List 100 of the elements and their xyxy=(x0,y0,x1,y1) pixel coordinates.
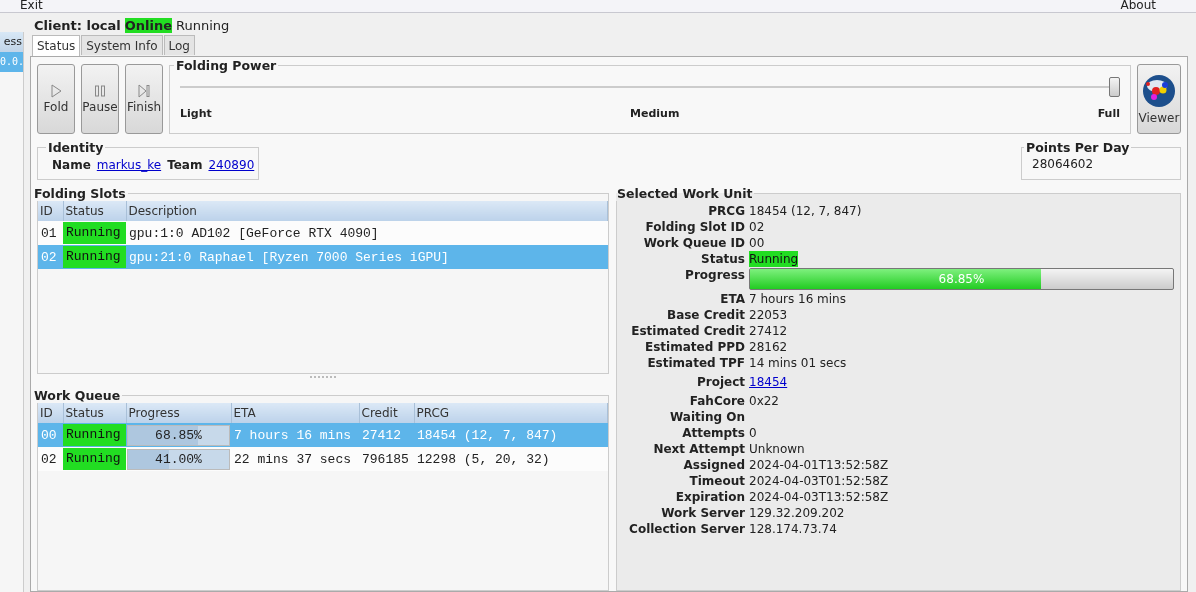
table-row[interactable]: 01 Running gpu:1:0 AD102 [GeForce RTX 4090] xyxy=(38,221,608,245)
field-value: 00 xyxy=(749,235,766,251)
client-title: Client: local xyxy=(34,17,121,33)
table-cell: 00 xyxy=(38,423,63,447)
control-button[interactable]: Pause xyxy=(81,64,119,134)
field-value: 27412 xyxy=(749,323,789,339)
field-value: 28162 xyxy=(749,339,789,355)
column-header[interactable]: ID xyxy=(38,403,63,423)
user-name-link[interactable]: markus_ke xyxy=(96,158,162,172)
column-header: ess xyxy=(0,32,23,52)
tab[interactable]: Status xyxy=(32,35,81,56)
group-title: Work Queue xyxy=(33,388,122,403)
field-value: 2024-04-01T13:52:58Z xyxy=(749,457,890,473)
field-value: 0 xyxy=(749,425,758,441)
table-row[interactable]: 02 Running gpu:21:0 Raphael [Ryzen 7000 Series iGPU] xyxy=(38,245,608,269)
table-cell: 12298 (5, 20, 32) xyxy=(414,447,608,471)
control-button[interactable]: Fold xyxy=(37,64,75,134)
field-label: Work Server xyxy=(660,505,745,521)
field-value: 22053 xyxy=(749,307,789,323)
connection-status: Online xyxy=(124,17,173,33)
field-label: Assigned xyxy=(682,457,745,473)
field-label: ETA xyxy=(719,291,745,307)
column-header[interactable]: PRCG xyxy=(414,403,608,423)
field-value: 2024-04-03T01:52:58Z xyxy=(749,473,890,489)
field-label: FahCore xyxy=(688,393,745,409)
control-button[interactable]: Finish xyxy=(125,64,163,134)
menu-item[interactable]: About xyxy=(1120,0,1156,12)
field-value: 2024-04-03T13:52:58Z xyxy=(749,489,890,505)
group-title: Points Per Day xyxy=(1025,140,1131,155)
table-row[interactable]: 00 Running 68.85% 7 hours 16 mins 27412 18454 (12, 7, 847) xyxy=(38,423,608,447)
field-value: 128.174.73.74 xyxy=(749,521,838,537)
tab[interactable]: System Info xyxy=(81,35,163,55)
field-value: 7 hours 16 mins xyxy=(749,291,847,307)
field-label: Folding Slot ID xyxy=(644,219,745,235)
slider-tick-label: Light xyxy=(180,107,212,120)
table-cell: 18454 (12, 7, 847) xyxy=(414,423,608,447)
globe-icon xyxy=(1142,73,1176,108)
column-header[interactable]: Description xyxy=(126,201,608,221)
field-label: Name xyxy=(52,158,91,172)
column-header[interactable]: Credit xyxy=(359,403,414,423)
points-value: 28064602 xyxy=(1031,156,1095,173)
field-value: 129.32.209.202 xyxy=(749,505,846,521)
field-label: Collection Server xyxy=(628,521,745,537)
column-header[interactable]: ID xyxy=(38,201,63,221)
status-label: Running xyxy=(63,448,126,470)
field-label: Next Attempt xyxy=(652,441,745,457)
table-cell: gpu:21:0 Raphael [Ryzen 7000 Series iGPU] xyxy=(126,245,608,269)
group-title: Folding Power xyxy=(175,58,278,73)
team-link[interactable]: 240890 xyxy=(208,158,255,172)
field-value: 14 mins 01 secs xyxy=(749,355,848,371)
field-label: Estimated Credit xyxy=(630,323,745,339)
progress-text: 41.00% xyxy=(154,450,203,469)
field-label: Status xyxy=(700,251,745,267)
status-label: Running xyxy=(63,424,126,446)
field-value: 0x22 xyxy=(749,393,780,409)
field-label: Estimated PPD xyxy=(644,339,745,355)
table-row[interactable]: 02 Running 41.00% 22 mins 37 secs 796185 12298 (5, 20, 32) xyxy=(38,447,608,471)
table-cell: 22 mins 37 secs xyxy=(231,447,359,471)
field-label: Timeout xyxy=(688,473,745,489)
field-value: 18454 (12, 7, 847) xyxy=(749,203,863,219)
table-cell: 796185 xyxy=(359,447,414,471)
group-title: Identity xyxy=(47,140,105,155)
table-cell: gpu:1:0 AD102 [GeForce RTX 4090] xyxy=(126,221,608,245)
project-link[interactable]: 18454 xyxy=(749,374,788,390)
slider-thumb[interactable] xyxy=(1109,77,1120,97)
status-label: Running xyxy=(749,251,799,267)
table-cell: 02 xyxy=(38,447,63,471)
field-label: Estimated TPF xyxy=(646,355,745,371)
table-cell: 7 hours 16 mins xyxy=(231,423,359,447)
slider-tick-label: Medium xyxy=(630,107,680,120)
group-title: Selected Work Unit xyxy=(616,186,754,201)
field-label: Attempts xyxy=(681,425,745,441)
table-cell: 02 xyxy=(38,245,63,269)
column-header[interactable]: Status xyxy=(63,201,126,221)
field-label: Work Queue ID xyxy=(642,235,745,251)
splitter-handle[interactable] xyxy=(310,376,336,378)
field-label: Expiration xyxy=(674,489,745,505)
column-header[interactable]: Status xyxy=(63,403,126,423)
slider-tick-label: Full xyxy=(1097,107,1120,120)
play-icon xyxy=(50,84,62,98)
field-label: Team xyxy=(167,158,203,172)
field-value: Unknown xyxy=(749,441,806,457)
column-header[interactable]: ETA xyxy=(231,403,359,423)
table-cell: 01 xyxy=(38,221,63,245)
menu-item[interactable]: Exit xyxy=(20,0,43,12)
field-label: Base Credit xyxy=(666,307,745,323)
progress-text: 68.85% xyxy=(937,271,986,288)
skip-icon xyxy=(138,84,150,98)
field-label: Waiting On xyxy=(669,409,745,425)
progress-text: 68.85% xyxy=(154,426,203,445)
field-label: Project xyxy=(695,374,745,390)
field-label: Progress xyxy=(684,267,745,284)
field-label: PRCG xyxy=(707,203,745,219)
pause-icon xyxy=(94,84,106,98)
tab[interactable]: Log xyxy=(163,35,195,55)
status-label: Running xyxy=(63,222,126,244)
viewer-button[interactable]: Viewer xyxy=(1137,64,1181,134)
column-header[interactable]: Progress xyxy=(126,403,231,423)
status-label: Running xyxy=(63,246,126,268)
group-title: Folding Slots xyxy=(33,186,127,201)
